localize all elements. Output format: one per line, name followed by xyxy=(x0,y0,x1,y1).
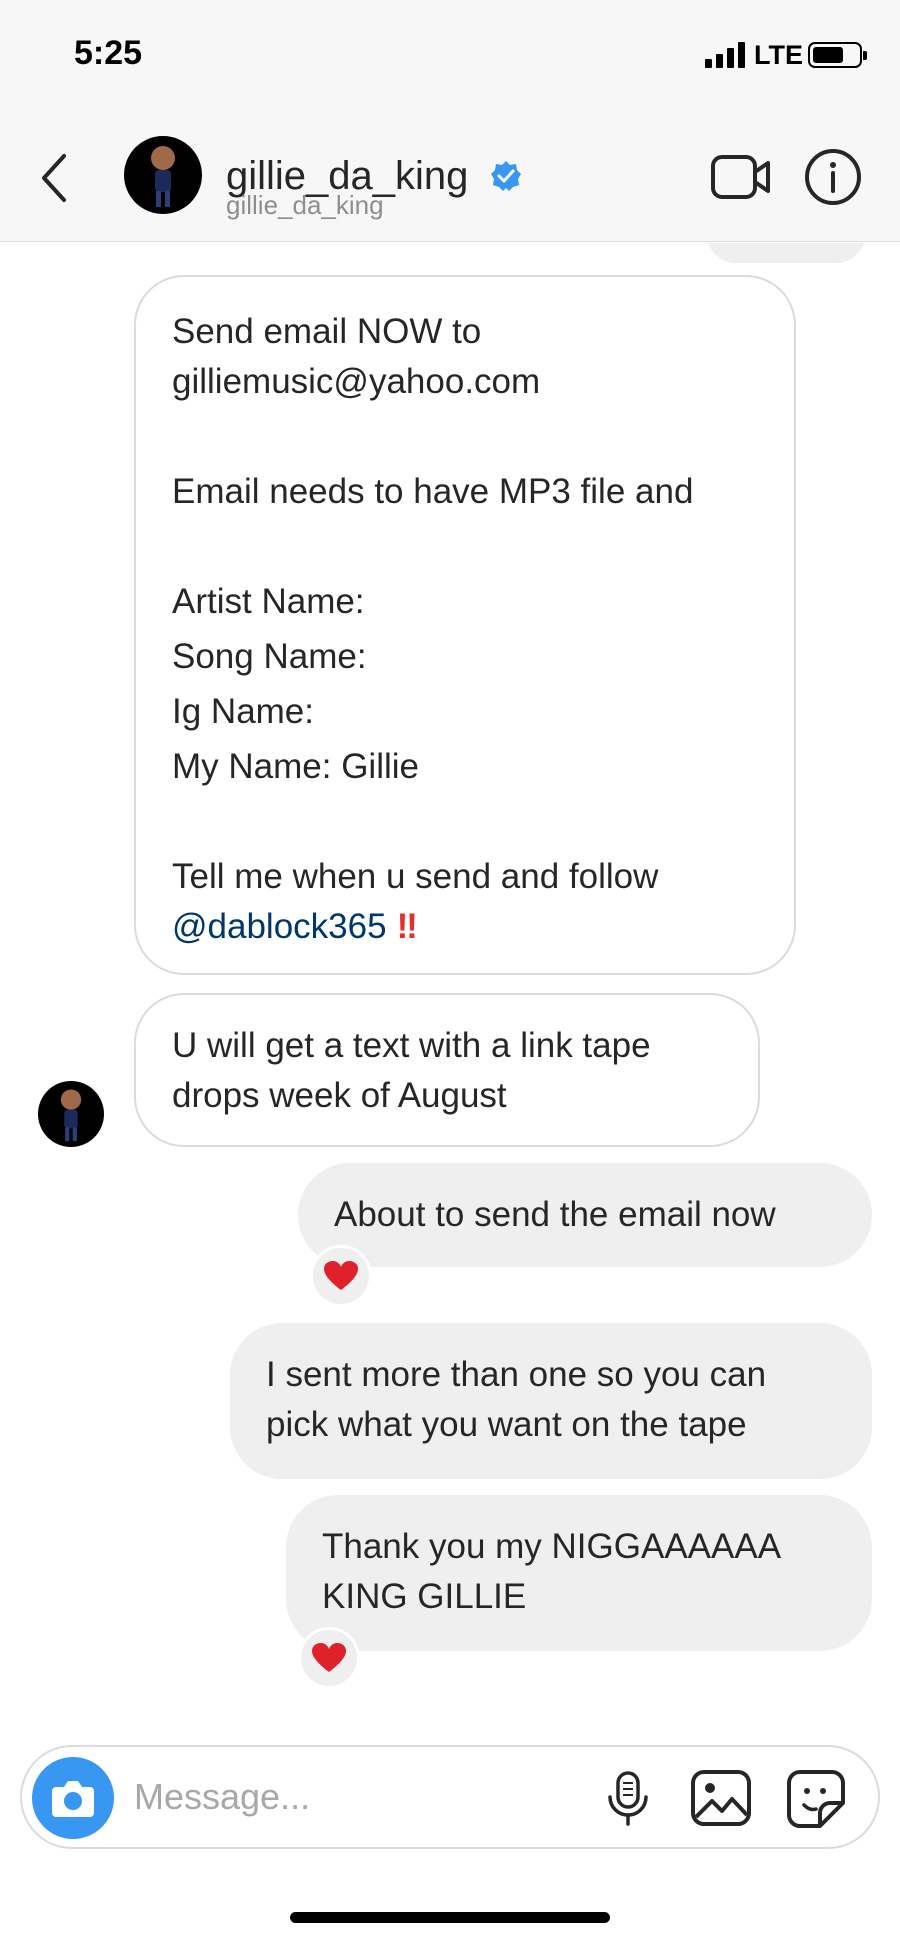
sender-avatar[interactable] xyxy=(38,1081,104,1147)
mention-link[interactable]: @dablock365 xyxy=(172,907,387,946)
message-text-line: Thank you my NIGGAAAAAA xyxy=(322,1527,782,1566)
chat-subtitle: gillie_da_king xyxy=(226,190,384,220)
double-exclamation-emoji: ‼ xyxy=(396,907,418,946)
message-input[interactable] xyxy=(134,1769,474,1825)
message-text-line: U will get a text with a link tape xyxy=(172,1026,651,1065)
battery-icon xyxy=(808,42,867,68)
message-text-line: My Name: Gillie xyxy=(172,747,419,786)
message-text-line: I sent more than one so you can xyxy=(266,1355,767,1394)
info-icon[interactable] xyxy=(804,148,862,206)
message-thread[interactable]: Send email NOW to gilliemusic@yahoo.com … xyxy=(0,243,900,1723)
chat-header: gillie_da_king gillie_da_king xyxy=(0,112,900,242)
message-text-line: Song Name: xyxy=(172,637,367,676)
previous-message-bubble xyxy=(706,243,866,263)
sticker-icon[interactable] xyxy=(786,1769,846,1829)
network-type-label: LTE xyxy=(754,40,803,70)
outgoing-message-bubble[interactable]: About to send the email now xyxy=(298,1163,872,1267)
verified-badge-icon xyxy=(491,161,521,191)
gallery-icon[interactable] xyxy=(690,1769,752,1827)
message-text-line: drops week of August xyxy=(172,1076,507,1115)
video-call-icon[interactable] xyxy=(710,152,772,202)
message-text-line: Tell me when u send and follow xyxy=(172,857,659,896)
message-text-line: Email needs to have MP3 file and xyxy=(172,472,694,511)
message-text-line: pick what you want on the tape xyxy=(266,1405,747,1444)
message-composer xyxy=(20,1745,880,1849)
message-text-line: Ig Name: xyxy=(172,692,314,731)
heart-reaction-icon[interactable] xyxy=(298,1627,360,1689)
status-time: 5:25 xyxy=(74,34,143,72)
message-text-line: KING GILLIE xyxy=(322,1577,527,1616)
message-text-line: gilliemusic@yahoo.com xyxy=(172,362,541,401)
profile-avatar[interactable] xyxy=(124,136,202,214)
home-indicator xyxy=(290,1912,610,1923)
outgoing-message-bubble[interactable]: Thank you my NIGGAAAAAA KING GILLIE xyxy=(286,1495,872,1651)
message-text-line: About to send the email now xyxy=(334,1195,776,1234)
back-chevron-icon[interactable] xyxy=(34,148,82,208)
camera-icon xyxy=(52,1781,94,1817)
incoming-message-bubble[interactable]: U will get a text with a link tape drops… xyxy=(134,993,760,1147)
camera-button[interactable] xyxy=(32,1757,114,1839)
outgoing-message-bubble[interactable]: I sent more than one so you can pick wha… xyxy=(230,1323,872,1479)
status-bar: 5:25 LTE xyxy=(0,0,900,112)
message-text-line: Send email NOW to xyxy=(172,312,482,351)
microphone-icon[interactable] xyxy=(602,1771,654,1827)
signal-strength-icon xyxy=(705,42,749,68)
heart-reaction-icon[interactable] xyxy=(310,1245,372,1307)
message-text-line: Artist Name: xyxy=(172,582,365,621)
incoming-message-bubble[interactable]: Send email NOW to gilliemusic@yahoo.com … xyxy=(134,275,796,975)
